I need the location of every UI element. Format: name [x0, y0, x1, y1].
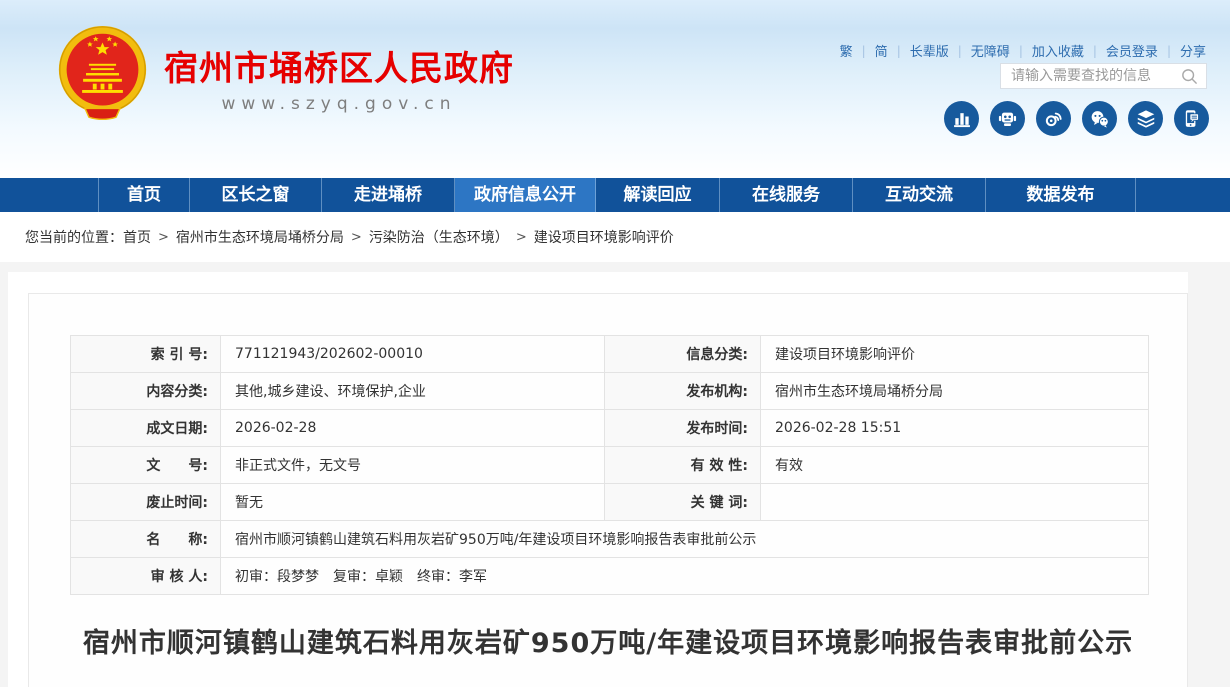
- nav-tab-data-release[interactable]: 数据发布: [986, 178, 1136, 212]
- article-card: 索 引 号:771121943/202602-00010信息分类:建设项目环境影…: [28, 293, 1188, 687]
- breadcrumb-prefix: 您当前的位置：: [25, 227, 123, 247]
- utility-link-simplified[interactable]: 简: [875, 41, 888, 60]
- breadcrumb-item-0[interactable]: 首页: [123, 227, 151, 247]
- site-url: www.szyq.gov.cn: [221, 94, 456, 114]
- field-validity-value: 有效: [761, 447, 1149, 484]
- wechat-icon[interactable]: [1082, 101, 1117, 136]
- utility-link-accessibility[interactable]: 无障碍: [971, 41, 1010, 60]
- brand-text: 宿州市埇桥区人民政府 www.szyq.gov.cn: [164, 25, 514, 114]
- field-publish-org-label: 发布机构:: [605, 373, 761, 410]
- table-row: 索 引 号:771121943/202602-00010信息分类:建设项目环境影…: [71, 336, 1149, 373]
- site-logo-link[interactable]: 宿州市埇桥区人民政府 www.szyq.gov.cn: [54, 25, 514, 126]
- field-info-category-value: 建设项目环境影响评价: [761, 336, 1149, 373]
- field-publish-org-value: 宿州市生态环境局埇桥分局: [761, 373, 1149, 410]
- field-content-category-value: 其他,城乡建设、环境保护,企业: [221, 373, 605, 410]
- robot-icon[interactable]: [990, 101, 1025, 136]
- utility-separator: |: [1167, 44, 1171, 58]
- field-publish-time-label: 发布时间:: [605, 410, 761, 447]
- utility-separator: |: [958, 44, 962, 58]
- nav-tab-gov-info-disclosure[interactable]: 政府信息公开: [455, 178, 596, 212]
- field-keywords-value: [761, 484, 1149, 521]
- site-title: 宿州市埇桥区人民政府: [164, 41, 514, 90]
- field-content-category-label: 内容分类:: [71, 373, 221, 410]
- field-reviewers-label: 审 核 人:: [71, 558, 221, 595]
- national-emblem-icon: [54, 25, 151, 126]
- table-row: 内容分类:其他,城乡建设、环境保护,企业发布机构:宿州市生态环境局埇桥分局: [71, 373, 1149, 410]
- field-publish-time-value: 2026-02-28 15:51: [761, 410, 1149, 447]
- utility-separator: |: [897, 44, 901, 58]
- breadcrumb-item-3[interactable]: 建设项目环境影响评价: [534, 227, 674, 247]
- social-icon-bar: [944, 101, 1209, 136]
- breadcrumb-separator: >: [516, 230, 527, 245]
- utility-separator: |: [862, 44, 866, 58]
- mobile-chat-icon[interactable]: [1174, 101, 1209, 136]
- utility-separator: |: [1093, 44, 1097, 58]
- utility-link-traditional[interactable]: 繁: [840, 41, 853, 60]
- breadcrumb-separator: >: [351, 230, 362, 245]
- nav-tab-mayor-window[interactable]: 区长之窗: [190, 178, 322, 212]
- utility-link-member-login[interactable]: 会员登录: [1106, 41, 1158, 60]
- layers-icon[interactable]: [1128, 101, 1163, 136]
- field-validity-label: 有 效 性:: [605, 447, 761, 484]
- field-issue-date-value: 2026-02-28: [221, 410, 605, 447]
- field-issue-date-label: 成文日期:: [71, 410, 221, 447]
- table-row: 废止时间:暂无关 键 词:: [71, 484, 1149, 521]
- search-box: [1000, 63, 1207, 89]
- content-wrapper: 索 引 号:771121943/202602-00010信息分类:建设项目环境影…: [8, 272, 1188, 687]
- utility-link-share[interactable]: 分享: [1180, 41, 1206, 60]
- field-name-label: 名 称:: [71, 521, 221, 558]
- field-index-number-label: 索 引 号:: [71, 336, 221, 373]
- nav-tab-interaction[interactable]: 互动交流: [853, 178, 986, 212]
- table-row: 文 号:非正式文件，无文号有 效 性:有效: [71, 447, 1149, 484]
- field-keywords-label: 关 键 词:: [605, 484, 761, 521]
- breadcrumb-separator: >: [158, 230, 169, 245]
- table-row: 名 称:宿州市顺河镇鹤山建筑石料用灰岩矿950万吨/年建设项目环境影响报告表审批…: [71, 521, 1149, 558]
- article-title: 宿州市顺河镇鹤山建筑石料用灰岩矿950万吨/年建设项目环境影响报告表审批前公示: [29, 621, 1187, 660]
- nav-tab-home[interactable]: 首页: [98, 178, 190, 212]
- table-row: 成文日期:2026-02-28发布时间:2026-02-28 15:51: [71, 410, 1149, 447]
- page: 宿州市埇桥区人民政府 www.szyq.gov.cn 繁 | 简 | 长辈版 | 无障碍 | 加…: [0, 0, 1230, 687]
- field-repeal-date-label: 废止时间:: [71, 484, 221, 521]
- nav-tab-about-yongqiao[interactable]: 走进埇桥: [322, 178, 455, 212]
- field-info-category-label: 信息分类:: [605, 336, 761, 373]
- nav-tab-online-service[interactable]: 在线服务: [720, 178, 853, 212]
- utility-separator: |: [1019, 44, 1023, 58]
- main-nav: 首页区长之窗走进埇桥政府信息公开解读回应在线服务互动交流数据发布: [0, 178, 1230, 212]
- field-index-number-value: 771121943/202602-00010: [221, 336, 605, 373]
- breadcrumb-item-1[interactable]: 宿州市生态环境局埇桥分局: [176, 227, 344, 247]
- table-row: 审 核 人:初审：段梦梦 复审：卓颖 终审：李军: [71, 558, 1149, 595]
- search-input[interactable]: [1011, 68, 1179, 84]
- utility-link-add-favorite[interactable]: 加入收藏: [1032, 41, 1084, 60]
- field-doc-number-label: 文 号:: [71, 447, 221, 484]
- field-repeal-date-value: 暂无: [221, 484, 605, 521]
- field-doc-number-value: 非正式文件，无文号: [221, 447, 605, 484]
- utility-links: 繁 | 简 | 长辈版 | 无障碍 | 加入收藏 | 会员登录 | 分享: [840, 41, 1206, 60]
- site-header: 宿州市埇桥区人民政府 www.szyq.gov.cn 繁 | 简 | 长辈版 | 无障碍 | 加…: [0, 0, 1230, 178]
- weibo-icon[interactable]: [1036, 101, 1071, 136]
- field-name-value: 宿州市顺河镇鹤山建筑石料用灰岩矿950万吨/年建设项目环境影响报告表审批前公示: [221, 521, 1149, 558]
- breadcrumb: 您当前的位置：首页 > 宿州市生态环境局埇桥分局 > 污染防治（生态环境） > 建设项目环境…: [0, 212, 1230, 262]
- utility-link-elder-version[interactable]: 长辈版: [910, 41, 949, 60]
- stats-icon[interactable]: [944, 101, 979, 136]
- nav-tab-interpretation-response[interactable]: 解读回应: [596, 178, 720, 212]
- breadcrumb-item-2[interactable]: 污染防治（生态环境）: [369, 227, 509, 247]
- field-reviewers-value: 初审：段梦梦 复审：卓颖 终审：李军: [221, 558, 1149, 595]
- document-meta-table: 索 引 号:771121943/202602-00010信息分类:建设项目环境影…: [70, 335, 1149, 595]
- search-icon[interactable]: [1179, 66, 1199, 86]
